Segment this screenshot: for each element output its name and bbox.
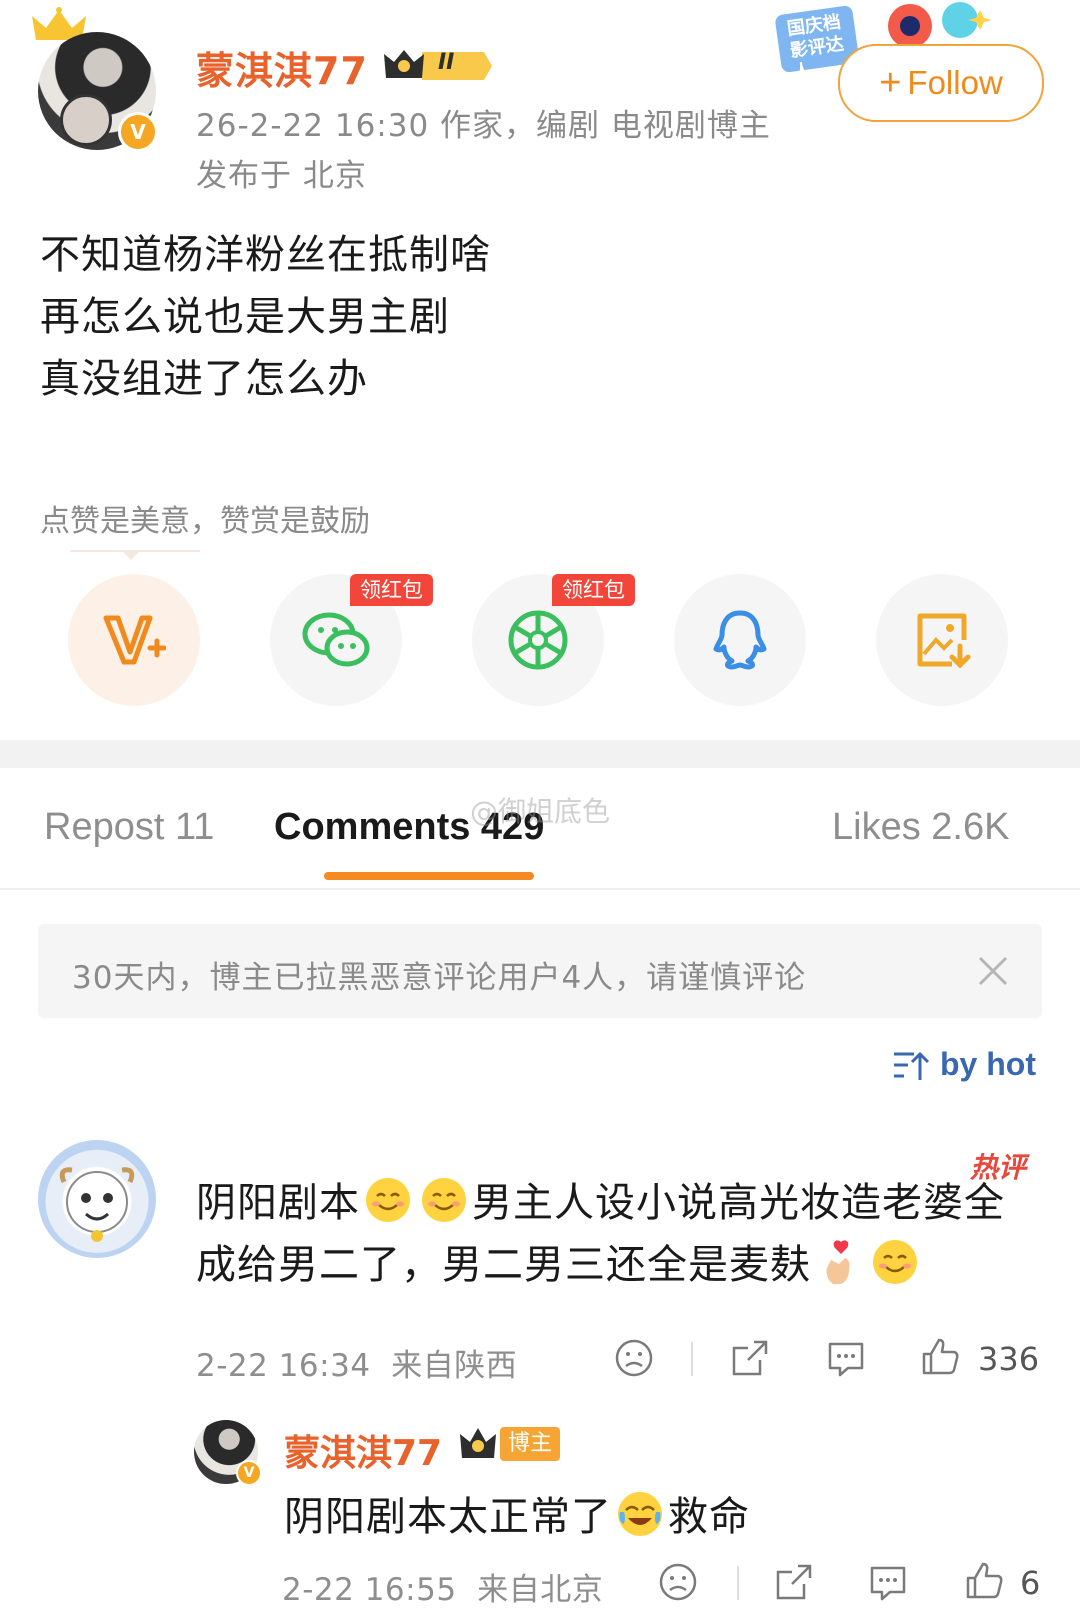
verified-badge: V <box>118 112 158 152</box>
author-name[interactable]: 蒙淇淇77 <box>196 40 368 95</box>
verified-badge: V <box>236 1460 262 1486</box>
watermark: @御姐底色 <box>470 795 611 828</box>
smile-emoji-icon <box>422 1178 466 1222</box>
red-packet-tag: 领红包 <box>552 574 635 606</box>
comment-time: 2-22 16:34 <box>196 1348 371 1384</box>
laugh-cry-emoji-icon <box>618 1492 662 1536</box>
pointer-arrow-icon <box>121 550 141 560</box>
active-tab-indicator <box>324 872 534 880</box>
post-text-line: 不知道杨洋粉丝在抵制啥 <box>40 232 491 278</box>
tab-repost[interactable]: Repost 11 <box>44 806 214 849</box>
comment-icon[interactable] <box>826 1338 866 1378</box>
like-count: 336 <box>978 1340 1040 1378</box>
red-packet-tag: 领红包 <box>350 574 433 606</box>
like-count: 6 <box>1020 1564 1041 1602</box>
sort-label: by hot <box>940 1046 1036 1082</box>
reply-text-part: 救命 <box>668 1494 750 1540</box>
commenter-avatar[interactable] <box>38 1140 156 1258</box>
action-divider <box>691 1342 693 1376</box>
reply-location: 来自北京 <box>477 1572 604 1608</box>
comment-text-part: 成给男二了，男二男三还全是麦麸 <box>196 1242 811 1288</box>
dislike-icon[interactable] <box>658 1562 698 1602</box>
sort-icon <box>894 1051 930 1080</box>
share-icon[interactable] <box>730 1338 770 1378</box>
follow-label: Follow <box>907 64 1003 101</box>
level-badge-text: II <box>438 50 455 75</box>
like-icon[interactable] <box>964 1560 1004 1600</box>
comment-text-part: 男主人设小说高光妆造老婆全 <box>472 1180 1005 1226</box>
post-text-line: 再怎么说也是大男主剧 <box>40 294 450 340</box>
follow-button[interactable]: + Follow <box>838 44 1044 122</box>
comment-text-part: 阴阳剧本 <box>196 1180 360 1226</box>
tab-likes[interactable]: Likes 2.6K <box>832 806 1009 849</box>
reply-text-part: 阴阳剧本太正常了 <box>284 1494 612 1540</box>
level-badge: II <box>384 46 494 86</box>
notice-text: 30天内，博主已拉黑恶意评论用户4人，请谨慎评论 <box>72 960 807 996</box>
share-qq-button[interactable] <box>674 574 806 706</box>
reply-time: 2-22 16:55 <box>282 1572 457 1608</box>
moments-icon <box>508 610 568 670</box>
section-divider <box>0 740 1080 768</box>
comment-icon[interactable] <box>868 1562 908 1602</box>
comment-text-line: 阴阳剧本 男主人设小说高光妆造老婆全 <box>196 1170 1005 1228</box>
smile-emoji-icon <box>873 1240 917 1284</box>
reply-author-name[interactable]: 蒙淇淇77 <box>284 1424 442 1476</box>
sort-toggle[interactable]: by hot <box>892 1046 1036 1083</box>
post-meta: 26-2-22 16:30 作家，编剧 电视剧博主 <box>196 108 771 144</box>
comment-text-line: 成给男二了，男二男三还全是麦麸 <box>196 1232 923 1290</box>
smile-emoji-icon <box>366 1178 410 1222</box>
like-icon[interactable] <box>920 1336 960 1376</box>
action-divider <box>737 1566 739 1600</box>
crown-icon <box>460 1428 496 1458</box>
reward-v-icon <box>103 615 166 665</box>
finger-heart-emoji-icon <box>826 1240 850 1284</box>
reward-hint: 点赞是美意，赞赏是鼓励 <box>40 504 370 539</box>
dislike-icon[interactable] <box>614 1338 654 1378</box>
blogger-tag: 博主 <box>500 1427 561 1461</box>
qq-icon <box>713 610 767 670</box>
save-image-button[interactable] <box>876 574 1008 706</box>
share-icon[interactable] <box>774 1562 814 1602</box>
reply-text: 阴阳剧本太正常了 救命 <box>284 1484 750 1542</box>
close-icon[interactable] <box>974 952 1012 990</box>
plus-icon: + <box>879 62 902 104</box>
reward-button[interactable] <box>68 574 200 706</box>
comment-location: 来自陕西 <box>391 1348 518 1384</box>
comment-meta: 2-22 16:34 来自陕西 <box>196 1340 517 1385</box>
post-text-line: 真没组进了怎么办 <box>40 356 368 402</box>
wechat-icon <box>302 612 370 667</box>
tabs-divider <box>0 888 1080 890</box>
save-image-icon <box>917 613 971 669</box>
reply-meta: 2-22 16:55 来自北京 <box>282 1564 603 1609</box>
post-location: 发布于 北京 <box>196 158 367 194</box>
